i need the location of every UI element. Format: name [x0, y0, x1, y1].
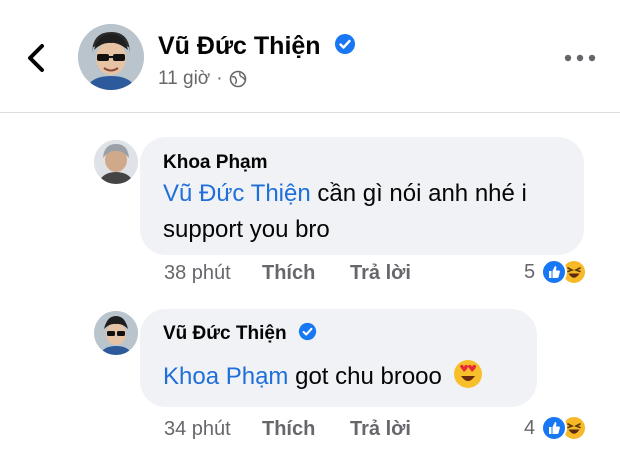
comment-author[interactable]: Vũ Đức Thiện — [163, 323, 317, 345]
reply-button[interactable]: Trả lời — [350, 262, 411, 285]
comment-text: Khoa Phạm got chu brooo — [163, 359, 533, 395]
heart-eyes-emoji — [453, 360, 482, 388]
comment-actions: 38 phút Thích Trả lời — [164, 262, 411, 285]
more-horizontal-icon[interactable] — [560, 50, 600, 66]
comment-time[interactable]: 38 phút — [164, 262, 262, 285]
commenter-avatar[interactable] — [94, 140, 138, 184]
author-avatar[interactable] — [78, 24, 144, 90]
comment-text-part: support you bro — [163, 216, 330, 243]
author-name[interactable]: Vũ Đức Thiện — [158, 32, 356, 61]
author-name-text: Vũ Đức Thiện — [158, 32, 321, 60]
comment-author-text: Vũ Đức Thiện — [163, 323, 287, 344]
reactions-summary[interactable]: 4 — [524, 415, 588, 441]
header-divider — [0, 112, 620, 113]
reply-button[interactable]: Trả lời — [350, 418, 411, 441]
like-button[interactable]: Thích — [262, 418, 350, 441]
like-button[interactable]: Thích — [262, 262, 350, 285]
reaction-count: 4 — [524, 416, 536, 439]
post-meta: 11 giờ · — [158, 68, 247, 90]
post-header: Vũ Đức Thiện 11 giờ · — [0, 0, 620, 112]
like-reaction-icon — [541, 259, 568, 285]
comment-author[interactable]: Khoa Phạm — [163, 152, 268, 174]
verified-badge-icon — [298, 323, 316, 341]
post-time[interactable]: 11 giờ — [158, 68, 210, 90]
like-reaction-icon — [541, 415, 568, 441]
comment-time[interactable]: 34 phút — [164, 418, 262, 441]
comment-actions: 34 phút Thích Trả lời — [164, 418, 411, 441]
mention-link[interactable]: Khoa Phạm — [163, 363, 288, 390]
comment-text-part: got chu brooo — [288, 363, 442, 390]
verified-badge-icon — [334, 34, 355, 55]
chevron-left-icon[interactable] — [22, 40, 52, 76]
comment-text: Vũ Đức Thiện cần gì nói anh nhé i suppor… — [163, 176, 573, 248]
commenter-avatar[interactable] — [94, 311, 138, 355]
comment-bubble: Khoa Phạm Vũ Đức Thiện cần gì nói anh nh… — [140, 137, 584, 255]
comment-bubble: Vũ Đức Thiện Khoa Phạm got chu brooo — [140, 309, 537, 407]
reactions-summary[interactable]: 5 — [524, 259, 588, 285]
mention-link[interactable]: Vũ Đức Thiện — [163, 180, 311, 207]
comment-text-part: cần gì nói anh nhé i — [310, 180, 527, 207]
globe-icon — [229, 70, 246, 88]
meta-separator: · — [216, 68, 223, 89]
reaction-count: 5 — [524, 260, 536, 283]
